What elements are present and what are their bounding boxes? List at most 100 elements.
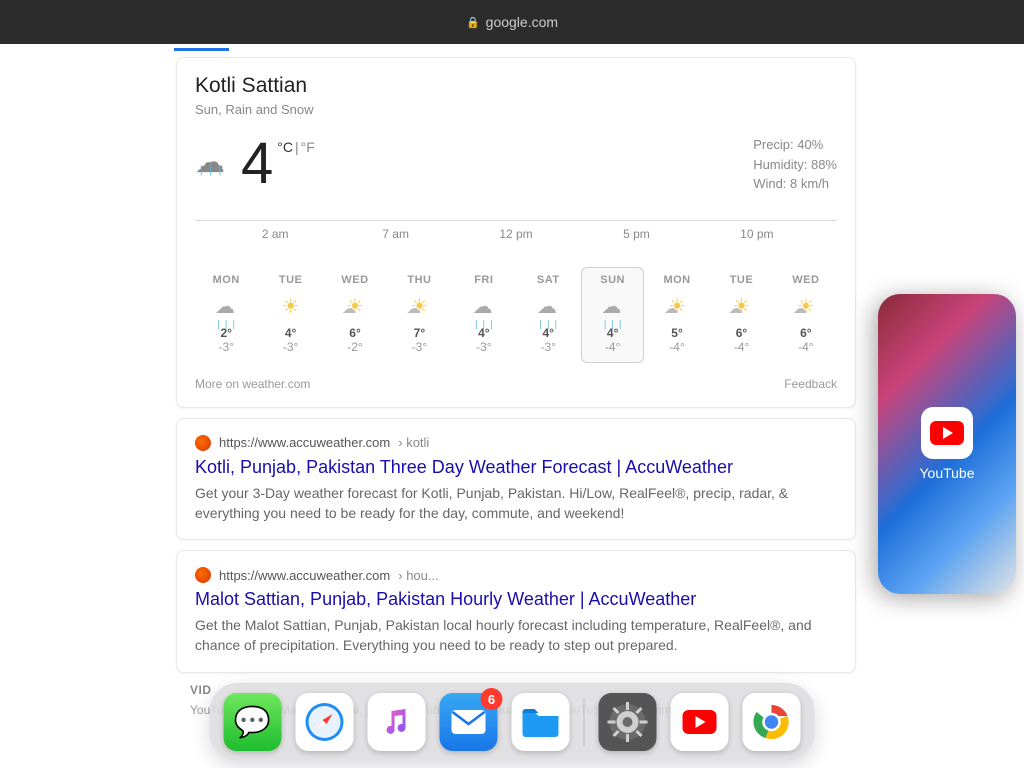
result-breadcrumb: https://www.accuweather.com › hou... — [195, 567, 837, 583]
weather-card: Kotli Sattian Sun, Rain and Snow ☁❘❘❘ 4 … — [176, 57, 856, 408]
forecast-day[interactable]: TUE ☀ 6°-4° — [710, 267, 772, 363]
active-tab-indicator — [174, 48, 229, 51]
low-temp: -4° — [669, 340, 684, 354]
result-snippet: Get the Malot Sattian, Punjab, Pakistan … — [195, 615, 837, 656]
lock-icon: 🔒 — [466, 16, 480, 29]
url-text: google.com — [486, 14, 558, 30]
mail-app-icon[interactable]: 6 — [440, 693, 498, 751]
result-path: › hou... — [398, 568, 438, 583]
low-temp: -2° — [347, 340, 362, 354]
result-snippet: Get your 3-Day weather forecast for Kotl… — [195, 483, 837, 524]
youtube-app-icon[interactable] — [921, 407, 973, 459]
hour-label: 10 pm — [697, 227, 817, 241]
unit-celsius[interactable]: °C — [277, 139, 293, 155]
forecast-day[interactable]: MON☁❘❘❘2°-3° — [195, 267, 257, 363]
forecast-row: MON☁❘❘❘2°-3°TUE☀4°-3°WED☀6°-2°THU☀7°-3°F… — [195, 267, 837, 363]
unit-sep: | — [295, 139, 299, 155]
low-temp: -4° — [605, 340, 620, 354]
humidity-stat: Humidity: 88% — [753, 155, 837, 175]
address-bar[interactable]: 🔒 google.com — [466, 14, 558, 30]
weather-icon: ☁❘❘❘ — [473, 294, 496, 318]
forecast-day[interactable]: WED ☀ 6°-2° — [324, 267, 386, 363]
low-temp: -3° — [541, 340, 556, 354]
day-name: MON — [213, 274, 240, 286]
day-name: MON — [663, 274, 690, 286]
unit-fahrenheit[interactable]: °F — [301, 139, 315, 155]
result-domain: https://www.accuweather.com — [219, 568, 390, 583]
result-domain: https://www.accuweather.com — [219, 435, 390, 450]
weather-icon: ☁❘❘❘ — [215, 294, 238, 318]
safari-app-icon[interactable] — [296, 693, 354, 751]
current-temperature: 4 — [241, 135, 273, 193]
weather-icon: ☀ — [410, 294, 428, 318]
weather-icon: ☁❘❘❘ — [601, 294, 624, 318]
high-temp: 6° — [349, 326, 360, 340]
low-temp: -3° — [412, 340, 427, 354]
youtube-dock-icon[interactable] — [671, 693, 729, 751]
hourly-timeline[interactable]: 2 am 7 am 12 pm 5 pm 10 pm — [195, 220, 837, 241]
hour-label: 2 am — [215, 227, 335, 241]
forecast-day[interactable]: SUN☁❘❘❘4°-4° — [581, 267, 643, 363]
feedback-link[interactable]: Feedback — [784, 377, 837, 391]
day-name: TUE — [730, 274, 754, 286]
high-temp: 7° — [414, 326, 425, 340]
forecast-day[interactable]: THU ☀ 7°-3° — [388, 267, 450, 363]
mail-badge: 6 — [481, 688, 503, 710]
weather-icon: ☀ — [282, 294, 300, 318]
timeline-track — [195, 220, 837, 221]
day-name: THU — [407, 274, 431, 286]
high-temp: 6° — [800, 326, 811, 340]
forecast-day[interactable]: SAT☁❘❘❘4°-3° — [517, 267, 579, 363]
dock-separator — [584, 698, 585, 746]
page-content: Kotli Sattian Sun, Rain and Snow ☁❘❘❘ 4 … — [0, 44, 1024, 768]
day-name: TUE — [279, 274, 303, 286]
unit-toggle[interactable]: °C | °F — [277, 139, 315, 155]
rain-snow-cloud-icon: ☁❘❘❘ — [195, 145, 231, 181]
messages-app-icon[interactable]: 💬 — [224, 693, 282, 751]
music-app-icon[interactable] — [368, 693, 426, 751]
more-on-weather-link[interactable]: More on weather.com — [195, 377, 310, 391]
day-name: WED — [792, 274, 819, 286]
favicon-icon — [195, 567, 211, 583]
weather-icon: ☀ — [732, 294, 750, 318]
result-title-link[interactable]: Malot Sattian, Punjab, Pakistan Hourly W… — [195, 589, 837, 610]
favicon-icon — [195, 435, 211, 451]
high-temp: 5° — [671, 326, 682, 340]
precip-stat: Precip: 40% — [753, 135, 837, 155]
weather-stats: Precip: 40% Humidity: 88% Wind: 8 km/h — [753, 135, 837, 194]
slideover-app-label: YouTube — [919, 465, 974, 481]
day-name: SAT — [537, 274, 560, 286]
chrome-app-icon[interactable] — [743, 693, 801, 751]
weather-icon: ☁❘❘❘ — [537, 294, 560, 318]
forecast-day[interactable]: WED ☀ 6°-4° — [775, 267, 837, 363]
low-temp: -4° — [734, 340, 749, 354]
low-temp: -4° — [798, 340, 813, 354]
forecast-day[interactable]: MON ☀ 5°-4° — [646, 267, 708, 363]
hour-label: 7 am — [335, 227, 455, 241]
forecast-day[interactable]: FRI☁❘❘❘4°-3° — [453, 267, 515, 363]
weather-location: Kotli Sattian — [195, 74, 837, 98]
weather-icon: ☀ — [346, 294, 364, 318]
high-temp: 6° — [736, 326, 747, 340]
low-temp: -3° — [476, 340, 491, 354]
hour-label: 12 pm — [456, 227, 576, 241]
search-result: https://www.accuweather.com › hou... Malot… — [176, 550, 856, 673]
ipad-dock: 💬 6 — [210, 683, 815, 761]
result-title-link[interactable]: Kotli, Punjab, Pakistan Three Day Weathe… — [195, 457, 837, 478]
hour-label: 5 pm — [576, 227, 696, 241]
weather-icon: ☀ — [668, 294, 686, 318]
day-name: WED — [341, 274, 368, 286]
weather-condition: Sun, Rain and Snow — [195, 102, 837, 117]
day-name: FRI — [474, 274, 493, 286]
low-temp: -3° — [218, 340, 233, 354]
forecast-day[interactable]: TUE ☀ 4°-3° — [259, 267, 321, 363]
weather-icon: ☀ — [797, 294, 815, 318]
slideover-panel[interactable]: YouTube — [878, 294, 1016, 594]
browser-top-bar: 🔒 google.com — [0, 0, 1024, 44]
result-breadcrumb: https://www.accuweather.com› kotli — [195, 435, 837, 451]
search-result: https://www.accuweather.com› kotli Kotli,… — [176, 418, 856, 541]
high-temp: 4° — [285, 326, 296, 340]
files-app-icon[interactable] — [512, 693, 570, 751]
low-temp: -3° — [283, 340, 298, 354]
settings-app-icon[interactable] — [599, 693, 657, 751]
